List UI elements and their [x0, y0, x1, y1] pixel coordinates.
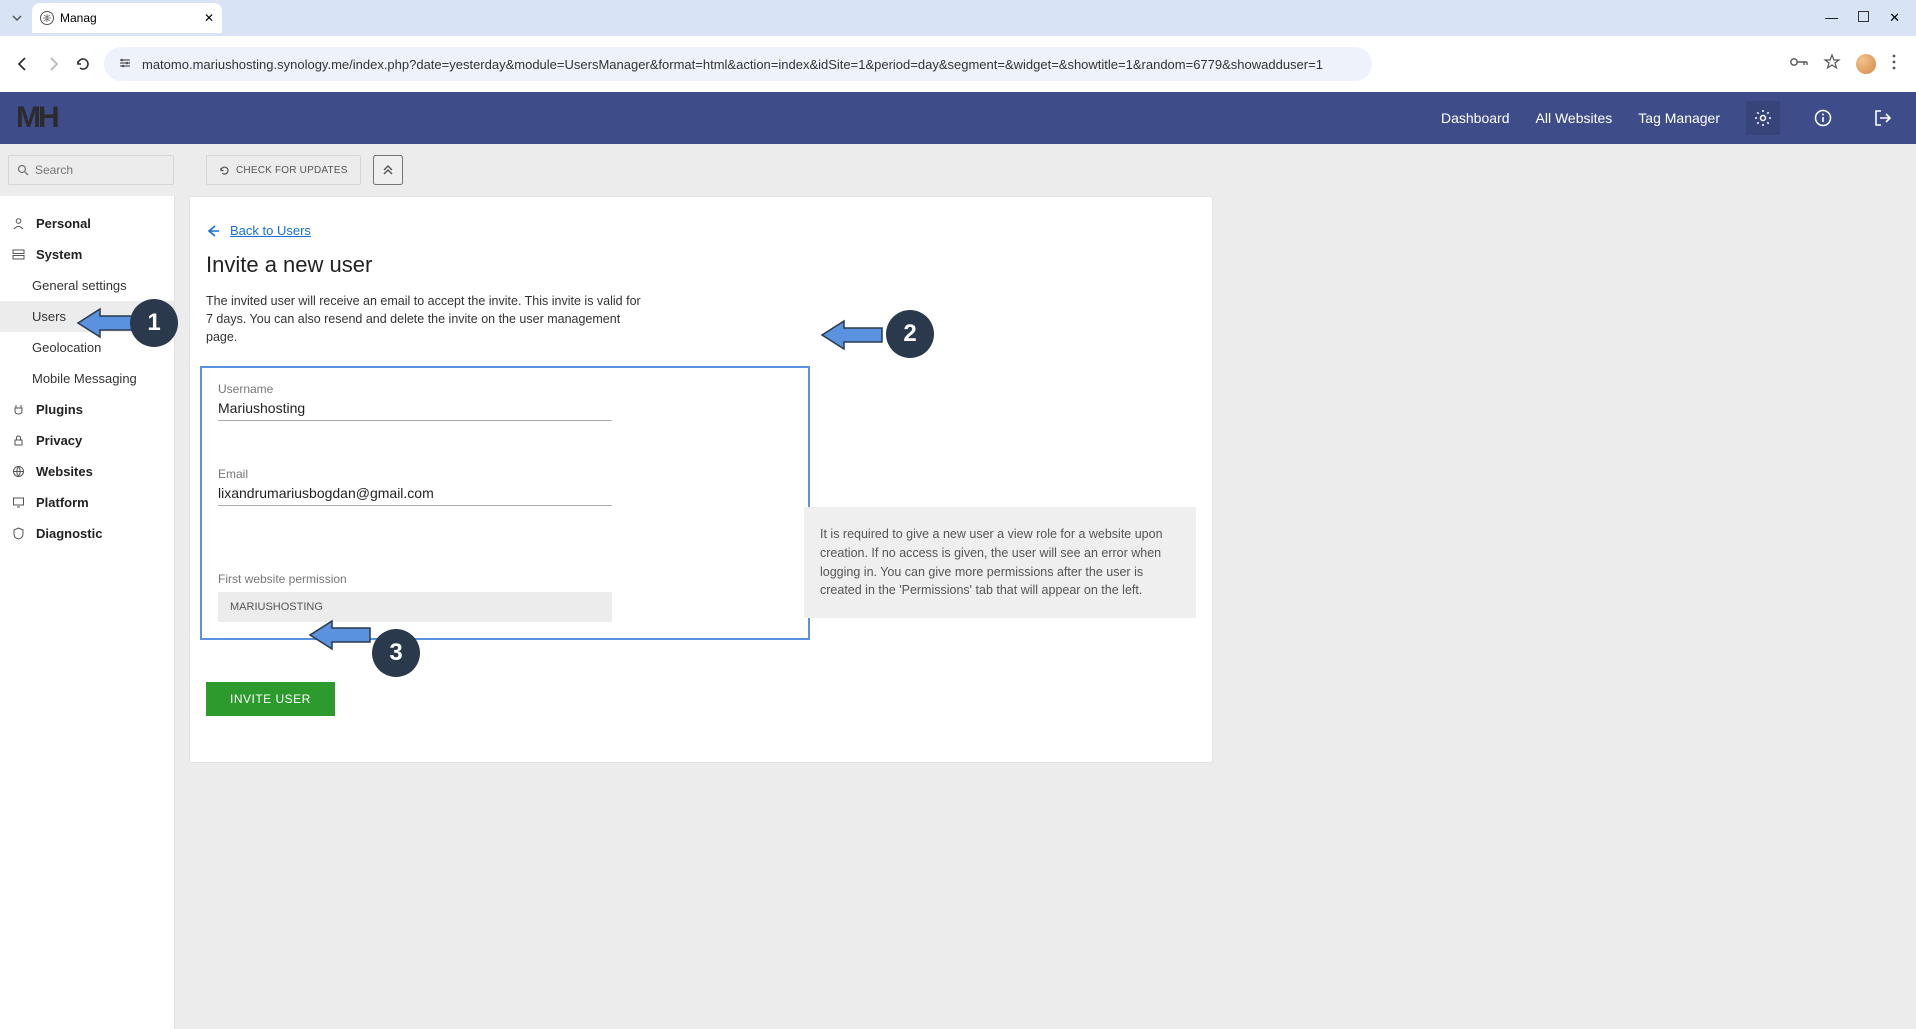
sidebar-item-privacy[interactable]: Privacy: [0, 425, 174, 456]
app-logo[interactable]: MH: [16, 101, 57, 135]
close-icon[interactable]: ✕: [204, 11, 214, 25]
shield-icon: [12, 527, 26, 540]
page-description: The invited user will receive an email t…: [190, 292, 650, 346]
check-updates-button[interactable]: CHECK FOR UPDATES: [206, 155, 361, 185]
top-toolbar: Search CHECK FOR UPDATES: [0, 144, 1916, 196]
window-close-icon[interactable]: ✕: [1889, 10, 1900, 26]
minimize-icon[interactable]: —: [1825, 10, 1838, 26]
nav-tag-manager[interactable]: Tag Manager: [1638, 110, 1720, 126]
forward-icon[interactable]: [44, 55, 62, 73]
monitor-icon: [12, 496, 26, 509]
tab-dropdown-icon[interactable]: [8, 9, 26, 27]
permission-select[interactable]: MARIUSHOSTING: [218, 592, 612, 622]
person-icon: [12, 217, 26, 230]
annotation-arrow-3: [310, 615, 380, 655]
nav-all-websites[interactable]: All Websites: [1536, 110, 1613, 126]
sidebar-item-general-settings[interactable]: General settings: [0, 270, 174, 301]
reload-icon[interactable]: [74, 55, 92, 73]
server-icon: [12, 248, 26, 261]
workspace: Personal System General settings Users G…: [0, 196, 1916, 1029]
main-content: Back to Users Invite a new user The invi…: [175, 196, 1916, 1029]
plug-icon: [12, 403, 26, 416]
username-input[interactable]: [218, 396, 612, 421]
globe-icon: [12, 465, 26, 478]
info-panel: It is required to give a new user a view…: [804, 507, 1196, 618]
header-nav: Dashboard All Websites Tag Manager: [1441, 101, 1900, 135]
logout-icon[interactable]: [1866, 101, 1900, 135]
site-settings-icon[interactable]: [118, 56, 132, 73]
content-card: Back to Users Invite a new user The invi…: [189, 196, 1213, 763]
annotation-circle-3: 3: [372, 629, 420, 677]
username-label: Username: [218, 382, 792, 396]
sidebar-item-plugins[interactable]: Plugins: [0, 394, 174, 425]
refresh-icon: [219, 165, 230, 176]
arrow-left-icon: [206, 224, 220, 238]
kebab-icon[interactable]: [1892, 54, 1896, 75]
search-input[interactable]: Search: [8, 155, 174, 185]
invite-form: Username Email First website permission …: [200, 366, 810, 640]
email-label: Email: [218, 467, 792, 481]
tab-strip: Manag ✕ — ✕: [0, 0, 1916, 36]
search-icon: [17, 164, 29, 176]
sidebar-item-mobile-messaging[interactable]: Mobile Messaging: [0, 363, 174, 394]
tab-title: Manag: [60, 11, 97, 25]
avatar[interactable]: [1856, 54, 1876, 74]
url-text: matomo.mariushosting.synology.me/index.p…: [142, 57, 1323, 72]
back-link-label: Back to Users: [230, 223, 311, 238]
sidebar-item-system[interactable]: System: [0, 239, 174, 270]
app-header: MH Dashboard All Websites Tag Manager: [0, 92, 1916, 144]
browser-chrome: Manag ✕ — ✕ matomo.mariushosting.synolog…: [0, 0, 1916, 92]
annotation-arrow-2: [822, 315, 892, 355]
collapse-icon[interactable]: [373, 155, 403, 185]
globe-icon: [40, 11, 54, 25]
invite-user-label: INVITE USER: [230, 692, 311, 706]
back-to-users-link[interactable]: Back to Users: [190, 223, 1212, 238]
sidebar-item-diagnostic[interactable]: Diagnostic: [0, 518, 174, 549]
invite-user-button[interactable]: INVITE USER: [206, 682, 335, 716]
maximize-icon[interactable]: [1858, 10, 1869, 26]
sidebar-item-personal[interactable]: Personal: [0, 208, 174, 239]
search-placeholder: Search: [35, 163, 73, 177]
permission-value: MARIUSHOSTING: [230, 601, 323, 613]
check-updates-label: CHECK FOR UPDATES: [236, 165, 348, 176]
sidebar-item-platform[interactable]: Platform: [0, 487, 174, 518]
key-icon[interactable]: [1790, 55, 1808, 73]
lock-icon: [12, 434, 26, 447]
gear-icon[interactable]: [1746, 101, 1780, 135]
annotation-circle-2: 2: [886, 310, 934, 358]
star-icon[interactable]: [1824, 54, 1840, 75]
back-icon[interactable]: [14, 55, 32, 73]
email-input[interactable]: [218, 481, 612, 506]
address-row: matomo.mariushosting.synology.me/index.p…: [0, 36, 1916, 92]
nav-dashboard[interactable]: Dashboard: [1441, 110, 1510, 126]
url-bar[interactable]: matomo.mariushosting.synology.me/index.p…: [104, 47, 1372, 81]
window-controls: — ✕: [1825, 10, 1916, 26]
annotation-circle-1: 1: [130, 299, 178, 347]
info-icon[interactable]: [1806, 101, 1840, 135]
browser-tab[interactable]: Manag ✕: [32, 3, 222, 33]
sidebar-item-websites[interactable]: Websites: [0, 456, 174, 487]
page-title: Invite a new user: [190, 238, 1212, 292]
permission-label: First website permission: [218, 572, 792, 586]
